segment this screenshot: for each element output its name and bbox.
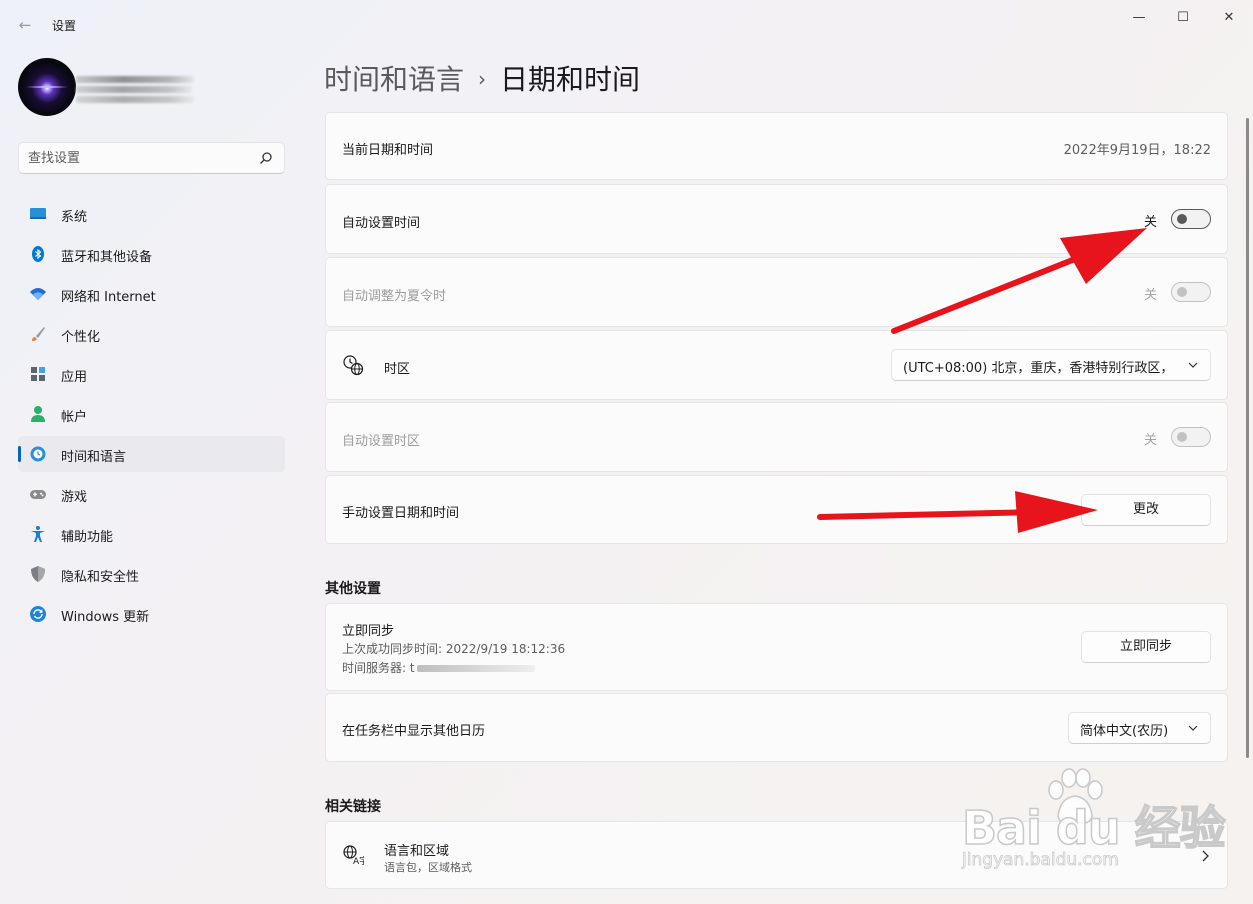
sidebar-item-label: 游戏 [61,490,88,505]
auto-timezone-label: 自动设置时区 [342,434,421,449]
auto-time-toggle-group: 关 [1131,209,1211,230]
update-icon [30,606,46,622]
time-server-redacted [416,665,535,672]
sidebar-item-system[interactable]: 系统 [18,196,285,232]
wifi-icon [30,288,46,300]
auto-timezone-card: 自动设置时区 关 [325,402,1228,472]
auto-dst-toggle-group: 关 [1131,282,1211,303]
sidebar-item-label: 辅助功能 [61,530,114,545]
user-info-redacted [76,62,196,114]
calendar-label: 在任务栏中显示其他日历 [342,724,486,739]
settings-window: ← 设置 — ☐ ✕ 系统 蓝牙和其他设备 [0,0,1253,904]
sidebar-item-network[interactable]: 网络和 Internet [18,276,285,312]
sidebar-item-bluetooth[interactable]: 蓝牙和其他设备 [18,236,285,272]
brush-icon [32,327,45,341]
calendar-dropdown[interactable]: 简体中文(农历) [1068,712,1211,744]
breadcrumb: 时间和语言 › 日期和时间 [324,58,640,98]
timezone-label: 时区 [384,362,411,377]
manual-datetime-card: 手动设置日期和时间 更改 [325,475,1228,544]
calendar-card: 在任务栏中显示其他日历 简体中文(农历) [325,693,1228,762]
back-arrow-icon[interactable]: ← [14,14,36,36]
sidebar-item-time-language[interactable]: 时间和语言 [18,436,285,472]
sidebar-item-label: 时间和语言 [61,450,127,465]
calendar-value: 简体中文(农历) [1080,724,1169,739]
title-bar: ← 设置 — ☐ ✕ [0,0,1253,48]
watermark-main-text: Bai du 经验 [961,800,1226,856]
sidebar-item-personalization[interactable]: 个性化 [18,316,285,352]
maximize-button[interactable]: ☐ [1168,8,1198,28]
auto-time-card: 自动设置时间 关 [325,184,1228,254]
manual-datetime-label: 手动设置日期和时间 [342,506,460,521]
sidebar-item-label: 蓝牙和其他设备 [61,250,153,265]
chevron-down-icon [1188,725,1198,731]
globe-clock-icon [30,446,46,462]
timezone-globe-clock-icon [343,355,364,376]
sidebar-item-accessibility[interactable]: 辅助功能 [18,516,285,552]
watermark-url: jingyan.baidu.com [962,850,1120,871]
language-region-title: 语言和区域 [384,844,450,859]
bluetooth-icon [32,246,44,262]
sidebar-item-apps[interactable]: 应用 [18,356,285,392]
other-settings-heading: 其他设置 [325,581,381,597]
page-title: 日期和时间 [500,63,641,96]
sidebar-item-label: 隐私和安全性 [61,570,140,585]
search-input[interactable] [28,143,248,173]
auto-timezone-state: 关 [1143,433,1157,448]
sidebar-nav: 系统 蓝牙和其他设备 网络和 Internet 个性化 应用 帐户 时间和语言 … [18,196,285,636]
sync-now-button[interactable]: 立即同步 [1081,631,1211,663]
apps-icon [31,367,45,381]
accessibility-icon [31,526,45,542]
chevron-right-icon: › [478,67,487,91]
timezone-dropdown[interactable]: (UTC+08:00) 北京，重庆，香港特别行政区， [891,349,1211,381]
auto-time-toggle[interactable] [1171,209,1211,229]
breadcrumb-parent[interactable]: 时间和语言 [324,63,464,96]
auto-dst-toggle[interactable] [1171,282,1211,302]
baidu-watermark: Bai du 经验 jingyan.baidu.com [958,768,1226,880]
current-datetime-value: 2022年9月19日，18:22 [1063,143,1211,158]
sidebar-item-label: Windows 更新 [61,610,150,625]
svg-text:A字: A字 [353,855,364,866]
search-icon[interactable] [259,151,273,165]
auto-dst-state: 关 [1143,288,1157,303]
sidebar-item-windows-update[interactable]: Windows 更新 [18,596,285,632]
chevron-down-icon [1188,362,1198,368]
timezone-card: 时区 (UTC+08:00) 北京，重庆，香港特别行政区， [325,330,1228,400]
sync-title: 立即同步 [342,624,395,639]
sidebar-item-label: 帐户 [61,410,88,425]
auto-dst-label: 自动调整为夏令时 [342,289,447,304]
auto-timezone-toggle[interactable] [1171,427,1211,447]
timezone-value: (UTC+08:00) 北京，重庆，香港特别行政区， [903,361,1174,376]
avatar[interactable] [18,58,76,116]
close-button[interactable]: ✕ [1214,8,1244,28]
shield-icon [31,566,45,582]
sidebar-item-label: 系统 [61,210,88,225]
sidebar-item-accounts[interactable]: 帐户 [18,396,285,432]
sidebar-item-label: 网络和 Internet [61,290,156,305]
language-region-subtitle: 语言包，区域格式 [384,861,472,874]
time-server-line: 时间服务器: t [342,659,535,676]
related-links-heading: 相关链接 [325,799,381,815]
current-datetime-card: 当前日期和时间 2022年9月19日，18:22 [325,112,1228,180]
gamepad-icon [30,490,46,499]
sidebar-item-privacy[interactable]: 隐私和安全性 [18,556,285,592]
auto-time-state: 关 [1143,215,1157,230]
search-box[interactable] [18,142,285,174]
auto-dst-card: 自动调整为夏令时 关 [325,257,1228,327]
app-title: 设置 [52,19,77,33]
last-sync-text: 上次成功同步时间: 2022/9/19 18:12:36 [342,642,566,656]
current-datetime-label: 当前日期和时间 [342,143,434,158]
minimize-button[interactable]: — [1124,8,1154,28]
sidebar-item-gaming[interactable]: 游戏 [18,476,285,512]
sidebar-item-label: 应用 [61,370,88,385]
sidebar-item-label: 个性化 [61,330,101,345]
time-server-label: 时间服务器: t [342,661,415,675]
language-icon: A字 [343,845,364,866]
person-icon [31,406,45,422]
change-button[interactable]: 更改 [1081,494,1211,526]
scrollbar[interactable] [1246,118,1249,758]
sync-card: 立即同步 上次成功同步时间: 2022/9/19 18:12:36 时间服务器:… [325,603,1228,691]
auto-timezone-toggle-group: 关 [1131,427,1211,448]
auto-time-label: 自动设置时间 [342,216,421,231]
monitor-icon [30,208,46,219]
